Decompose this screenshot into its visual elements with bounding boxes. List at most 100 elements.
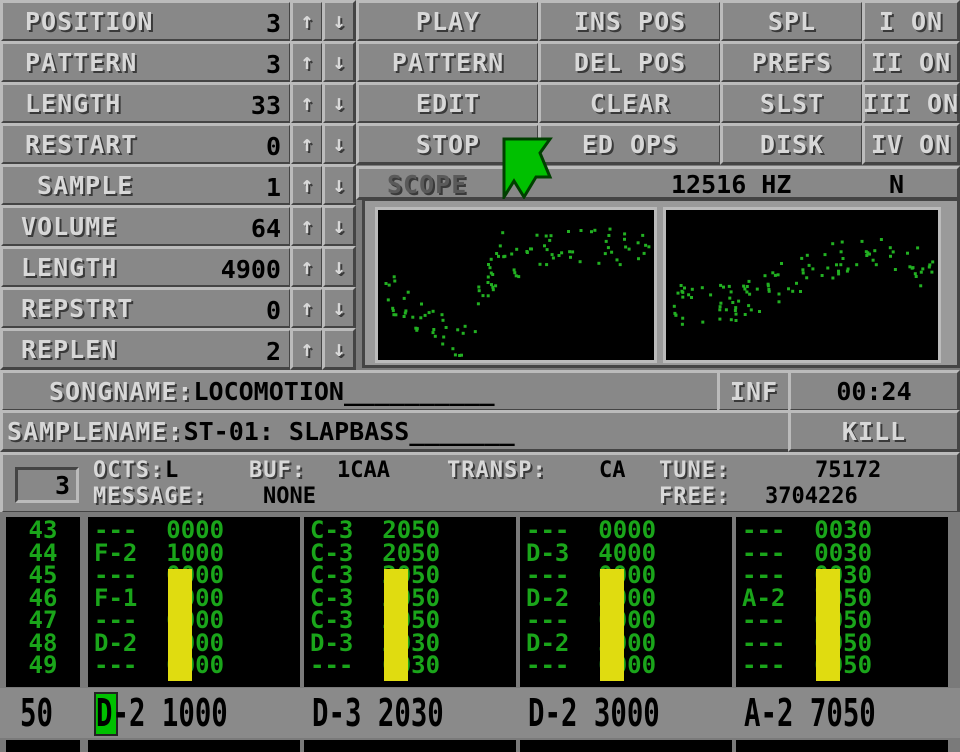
scope-dot (773, 273, 777, 277)
scope-dot (618, 263, 622, 267)
scope-dot (831, 276, 835, 280)
sample-control-label: REPLEN (21, 334, 118, 364)
arrow-down-icon[interactable]: ↓ (322, 123, 356, 165)
arrow-up-icon[interactable]: ↑ (290, 287, 324, 329)
song-control-value[interactable]: 0 (266, 134, 281, 159)
button-play[interactable]: PLAY (356, 0, 540, 42)
arrow-down-icon[interactable]: ↓ (322, 205, 356, 247)
current-row-cell[interactable]: A-2 7050 (744, 694, 876, 732)
button-spl[interactable]: SPL (720, 0, 864, 42)
scope-panel (362, 198, 960, 368)
sample-control-value[interactable]: 64 (251, 216, 281, 241)
track-3[interactable]: --- 0000 D-3 4000 --- 0000 D-2 3000 --- 0000… (520, 517, 732, 687)
scope-right[interactable] (663, 207, 941, 363)
current-row-cell[interactable]: D-2 3000 (528, 694, 660, 732)
scope-dot (805, 276, 809, 280)
vu-meter (168, 568, 192, 681)
song-control-value[interactable]: 3 (266, 52, 281, 77)
channel-toggle-iii-on[interactable]: III ON (862, 82, 960, 124)
scope-dot (444, 326, 448, 329)
pattern-cell[interactable]: --- 0000 (526, 653, 732, 676)
button-ins-pos[interactable]: INS POS (538, 0, 722, 42)
scope-dot (392, 313, 396, 317)
arrow-down-icon[interactable]: ↓ (322, 0, 356, 42)
button-disk[interactable]: DISK (720, 123, 864, 165)
arrow-up-icon[interactable]: ↑ (290, 41, 324, 83)
track-1[interactable]: --- 0000 F-2 1000 --- 0000 F-1 1000 --- 0000… (88, 517, 300, 687)
current-row-cell[interactable]: D-2 1000 (96, 694, 228, 732)
song-control-value[interactable]: 33 (251, 93, 281, 118)
scope-dot (442, 335, 446, 339)
sample-control-value[interactable]: 2 (266, 339, 281, 364)
pattern-cell[interactable]: --- 0030 (310, 653, 516, 676)
scope-dot (874, 263, 878, 267)
arrow-down-icon[interactable]: ↓ (322, 41, 356, 83)
channel-toggle-ii-on[interactable]: II ON (862, 41, 960, 83)
song-control-value[interactable]: 3 (266, 11, 281, 36)
arrow-down-icon[interactable]: ↓ (322, 287, 356, 329)
scope-dot (679, 284, 683, 287)
pattern-cell[interactable]: --- 0050 (742, 653, 948, 676)
button-label: I ON (878, 6, 944, 36)
scope-dot (734, 319, 738, 322)
scope-dot (846, 267, 850, 271)
arrow-up-icon[interactable]: ↑ (290, 205, 324, 247)
arrow-up-icon[interactable]: ↑ (290, 164, 324, 206)
channel-toggle-i-on[interactable]: I ON (862, 0, 960, 42)
pattern-cell[interactable]: --- 0000 (94, 653, 300, 676)
scope-dot (624, 245, 628, 249)
arrow-up-icon[interactable]: ↑ (290, 0, 324, 42)
scope-dot (837, 269, 840, 273)
button-clear[interactable]: CLEAR (538, 82, 722, 124)
scope-dot (719, 301, 723, 305)
button-edit[interactable]: EDIT (356, 82, 540, 124)
arrow-up-icon[interactable]: ↑ (290, 82, 324, 124)
button-ed-ops[interactable]: ED OPS (538, 123, 722, 165)
scope-dot (490, 283, 493, 287)
scope-mode[interactable]: N (889, 172, 904, 197)
scope-dot (557, 254, 561, 257)
scope-dot (871, 258, 875, 262)
scope-dot (823, 253, 827, 257)
channel-toggle-iv-on[interactable]: IV ON (862, 123, 960, 165)
button-label: SLST (759, 88, 825, 118)
arrow-down-icon[interactable]: ↓ (322, 246, 356, 288)
songname-field[interactable]: SONGNAME: LOCOMOTION__________ (0, 370, 720, 412)
scope-dot (837, 272, 841, 276)
button-pattern[interactable]: PATTERN (356, 41, 540, 83)
edit-skip-box[interactable]: 3 (15, 467, 79, 503)
buf-label: BUF: (249, 458, 306, 483)
button-slst[interactable]: SLST (720, 82, 864, 124)
arrow-up-icon[interactable]: ↑ (290, 123, 324, 165)
kill-button[interactable]: KILL (788, 410, 960, 452)
pattern-editor[interactable]: 43 44 45 46 47 48 49 --- 0000 F-2 1000 --- 0000 F… (0, 512, 960, 752)
transp-value: CA (599, 458, 626, 483)
sample-control-value[interactable]: 4900 (221, 257, 281, 282)
scope-dot (916, 246, 920, 250)
sample-control-value[interactable]: 0 (266, 298, 281, 323)
buf-value: 1CAA (337, 458, 390, 483)
scope-dot (545, 248, 549, 252)
arrow-up-icon[interactable]: ↑ (290, 328, 324, 370)
sample-control-label: VOLUME (21, 211, 118, 241)
info-button[interactable]: INF (717, 370, 791, 412)
button-label: CLEAR (589, 88, 671, 118)
scope-dot (771, 271, 775, 275)
arrow-down-icon[interactable]: ↓ (322, 82, 356, 124)
arrow-down-icon[interactable]: ↓ (322, 164, 356, 206)
next-row-track (304, 740, 516, 752)
track-4[interactable]: --- 0030 --- 0030 --- 0030 A-2 7050 --- 0050… (736, 517, 948, 687)
track-2[interactable]: C-3 2050 C-3 2050 C-3 2050 C-3 2050 C-3 2050… (304, 517, 516, 687)
button-del-pos[interactable]: DEL POS (538, 41, 722, 83)
samplename-field[interactable]: SAMPLENAME: ST-01: SLAPBASS_______ (0, 410, 792, 452)
button-prefs[interactable]: PREFS (720, 41, 864, 83)
scope-dot (491, 273, 495, 276)
scope-left[interactable] (375, 207, 657, 363)
arrow-up-icon[interactable]: ↑ (290, 246, 324, 288)
sample-control-repstrt: REPSTRT 0 (0, 287, 292, 329)
arrow-down-icon[interactable]: ↓ (322, 328, 356, 370)
sample-control-value[interactable]: 1 (266, 175, 281, 200)
current-row-number: 50 (20, 691, 53, 735)
song-control-pattern: PATTERN 3 (0, 41, 292, 83)
current-row-cell[interactable]: D-3 2030 (312, 694, 444, 732)
